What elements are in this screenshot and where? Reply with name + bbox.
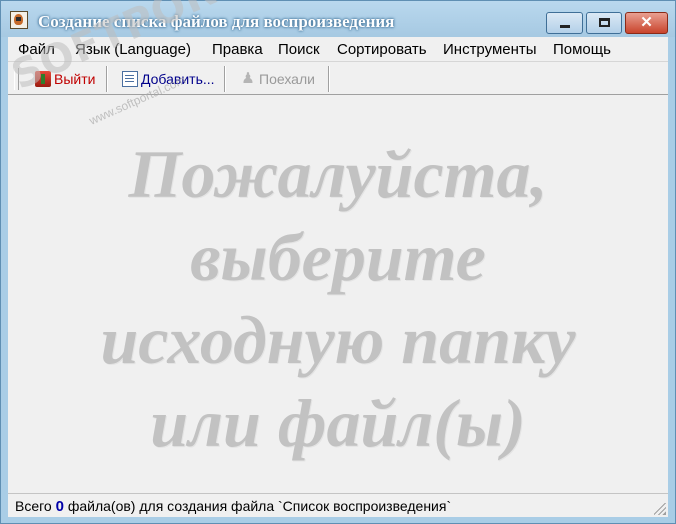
status-prefix: Всего xyxy=(15,498,56,514)
toolbar: Выйти Добавить... ♟ Поехали xyxy=(8,61,668,95)
minimize-button[interactable] xyxy=(546,12,583,34)
menu-tools[interactable]: Инструменты xyxy=(443,41,537,58)
drop-area[interactable]: Пожалуйста, выберите исходную папку или … xyxy=(8,95,668,493)
maximize-button[interactable] xyxy=(586,12,622,34)
toolbar-separator xyxy=(224,66,226,92)
hint-line: Пожалуйста, xyxy=(128,136,548,212)
resize-grip[interactable] xyxy=(654,503,666,515)
status-text: Всего 0 файла(ов) для создания файла `Сп… xyxy=(15,498,451,515)
run-icon: ♟ xyxy=(241,70,255,87)
maximize-icon xyxy=(599,18,610,27)
menu-search[interactable]: Поиск xyxy=(278,41,320,58)
menu-edit[interactable]: Правка xyxy=(212,41,263,58)
empty-state-hint: Пожалуйста, выберите исходную папку или … xyxy=(8,133,668,465)
minimize-icon xyxy=(560,25,570,28)
close-button[interactable]: ✕ xyxy=(625,12,668,34)
menu-sort[interactable]: Сортировать xyxy=(337,41,427,58)
add-document-icon xyxy=(122,71,138,87)
hint-line: выберите xyxy=(190,219,486,295)
file-count: 0 xyxy=(55,498,64,515)
toolbar-separator xyxy=(106,66,108,92)
hint-line: исходную папку xyxy=(100,302,576,378)
menu-help[interactable]: Помощь xyxy=(553,41,611,58)
status-suffix: файла(ов) для создания файла `Список вос… xyxy=(63,498,452,514)
close-icon: ✕ xyxy=(640,14,653,31)
toolbar-separator xyxy=(328,66,330,92)
run-button-label: Поехали xyxy=(259,71,315,87)
hint-line: или файл(ы) xyxy=(150,385,526,461)
app-window: Создание списка файлов для воспроизведен… xyxy=(0,0,676,524)
app-icon[interactable] xyxy=(10,11,28,29)
run-button[interactable]: ♟ Поехали xyxy=(240,70,328,90)
status-bar: Всего 0 файла(ов) для создания файла `Сп… xyxy=(8,493,668,517)
